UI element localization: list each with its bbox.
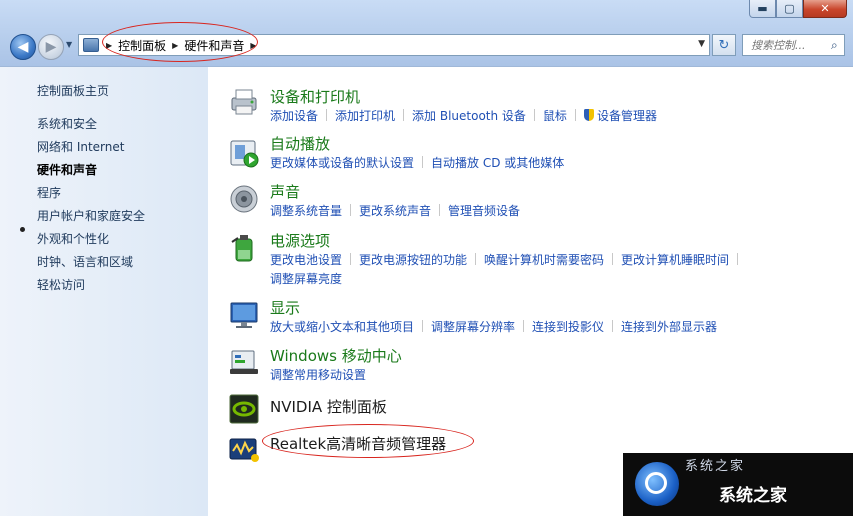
link-change-media-defaults[interactable]: 更改媒体或设备的默认设置 xyxy=(270,156,414,170)
sidebar-item-user-accounts[interactable]: 用户帐户和家庭安全 xyxy=(37,207,145,224)
link-screen-resolution[interactable]: 调整屏幕分辨率 xyxy=(431,320,515,334)
main-content: 设备和打印机 添加设备 添加打印机 添加 Bluetooth 设备 鼠标 设备管理器 自… xyxy=(208,66,853,516)
chevron-down-icon: ▼ xyxy=(66,40,73,49)
category-title-devices-printers[interactable]: 设备和打印机 xyxy=(270,86,360,107)
sidebar-item-system-security[interactable]: 系统和安全 xyxy=(37,115,97,132)
autoplay-icon xyxy=(230,140,259,168)
control-panel-icon xyxy=(83,38,99,52)
category-title-display[interactable]: 显示 xyxy=(270,297,300,318)
link-adjust-volume[interactable]: 调整系统音量 xyxy=(270,204,342,218)
category-title-autoplay[interactable]: 自动播放 xyxy=(270,133,330,154)
refresh-button[interactable]: ↻ xyxy=(712,34,736,56)
active-bullet xyxy=(20,227,25,232)
arrow-left-icon: ◀ xyxy=(17,39,29,55)
link-manage-audio-devices[interactable]: 管理音频设备 xyxy=(448,204,520,218)
breadcrumb-control-panel[interactable]: 控制面板 xyxy=(115,37,169,54)
globe-logo-icon xyxy=(635,462,679,506)
link-device-manager[interactable]: 设备管理器 xyxy=(597,109,657,123)
address-dropdown-icon[interactable]: ▼ xyxy=(698,39,705,49)
link-change-battery-settings[interactable]: 更改电池设置 xyxy=(270,253,342,267)
sidebar-item-ease-of-access[interactable]: 轻松访问 xyxy=(37,276,85,293)
refresh-icon: ↻ xyxy=(718,37,730,53)
forward-button[interactable]: ▶ xyxy=(38,34,64,60)
watermark-logo: 系统之家 系统之家 xyxy=(623,453,853,516)
sidebar-item-network[interactable]: 网络和 Internet xyxy=(37,138,124,155)
address-bar[interactable]: ▶ 控制面板 ▶ 硬件和声音 ▶ ▼ xyxy=(78,34,710,56)
battery-icon xyxy=(231,235,253,262)
monitor-icon xyxy=(230,302,258,328)
category-title-power-options[interactable]: 电源选项 xyxy=(270,230,330,251)
category-title-realtek[interactable]: Realtek高清晰音频管理器 xyxy=(270,433,446,454)
sidebar-item-hardware-sound[interactable]: 硬件和声音 xyxy=(37,161,97,178)
category-title-sound[interactable]: 声音 xyxy=(270,181,300,202)
sidebar-item-home[interactable]: 控制面板主页 xyxy=(37,82,109,99)
link-change-sleep-time[interactable]: 更改计算机睡眠时间 xyxy=(621,253,729,267)
printer-icon xyxy=(231,89,257,115)
link-adjust-mobility-settings[interactable]: 调整常用移动设置 xyxy=(270,368,366,382)
link-require-password-wake[interactable]: 唤醒计算机时需要密码 xyxy=(484,253,604,267)
sidebar-item-clock-region[interactable]: 时钟、语言和区域 xyxy=(37,253,133,270)
link-add-printer[interactable]: 添加打印机 xyxy=(335,109,395,123)
arrow-right-icon: ▶ xyxy=(45,39,57,55)
minimize-button[interactable]: ▬ xyxy=(749,0,776,18)
sidebar-item-appearance[interactable]: 外观和个性化 xyxy=(37,230,109,247)
breadcrumb-arrow-icon[interactable]: ▶ xyxy=(169,41,181,50)
back-button[interactable]: ◀ xyxy=(10,34,36,60)
mobility-center-icon xyxy=(230,350,258,374)
breadcrumb-arrow-icon[interactable]: ▶ xyxy=(103,41,115,50)
nvidia-icon xyxy=(229,394,259,424)
window-titlebar: ▬ ▢ ✕ ◀ ▶ ▼ ▶ 控制面板 ▶ 硬件和声音 ▶ ▼ ↻ ⌕ xyxy=(0,0,853,66)
close-button[interactable]: ✕ xyxy=(803,0,847,18)
link-autoplay-cd[interactable]: 自动播放 CD 或其他媒体 xyxy=(431,156,564,170)
speaker-icon xyxy=(230,185,258,213)
window-controls: ▬ ▢ ✕ xyxy=(749,0,847,18)
link-connect-projector[interactable]: 连接到投影仪 xyxy=(532,320,604,334)
watermark-name: 系统之家 xyxy=(719,486,787,506)
link-power-button-function[interactable]: 更改电源按钮的功能 xyxy=(359,253,467,267)
realtek-audio-icon xyxy=(229,438,259,462)
link-text-size[interactable]: 放大或缩小文本和其他项目 xyxy=(270,320,414,334)
link-add-device[interactable]: 添加设备 xyxy=(270,109,318,123)
maximize-button[interactable]: ▢ xyxy=(776,0,803,18)
link-add-bluetooth-device[interactable]: 添加 Bluetooth 设备 xyxy=(412,109,526,123)
search-input[interactable] xyxy=(749,37,831,53)
link-mouse[interactable]: 鼠标 xyxy=(543,109,567,123)
category-title-mobility-center[interactable]: Windows 移动中心 xyxy=(270,345,402,366)
watermark-top-text: 系统之家 xyxy=(685,459,746,474)
search-box[interactable]: ⌕ xyxy=(742,34,845,56)
link-adjust-screen-brightness[interactable]: 调整屏幕亮度 xyxy=(270,272,342,286)
recent-pages-dropdown[interactable]: ▼ xyxy=(66,40,72,49)
link-connect-external-display[interactable]: 连接到外部显示器 xyxy=(621,320,717,334)
sidebar-item-programs[interactable]: 程序 xyxy=(37,184,61,201)
uac-shield-icon xyxy=(583,109,594,121)
breadcrumb-arrow-icon[interactable]: ▶ xyxy=(247,41,259,50)
search-icon[interactable]: ⌕ xyxy=(831,38,838,53)
link-change-system-sounds[interactable]: 更改系统声音 xyxy=(359,204,431,218)
breadcrumb-hardware-sound[interactable]: 硬件和声音 xyxy=(181,37,247,54)
category-title-nvidia[interactable]: NVIDIA 控制面板 xyxy=(270,396,387,417)
sidebar: 控制面板主页 系统和安全 网络和 Internet 硬件和声音 程序 用户帐户和… xyxy=(0,66,208,516)
